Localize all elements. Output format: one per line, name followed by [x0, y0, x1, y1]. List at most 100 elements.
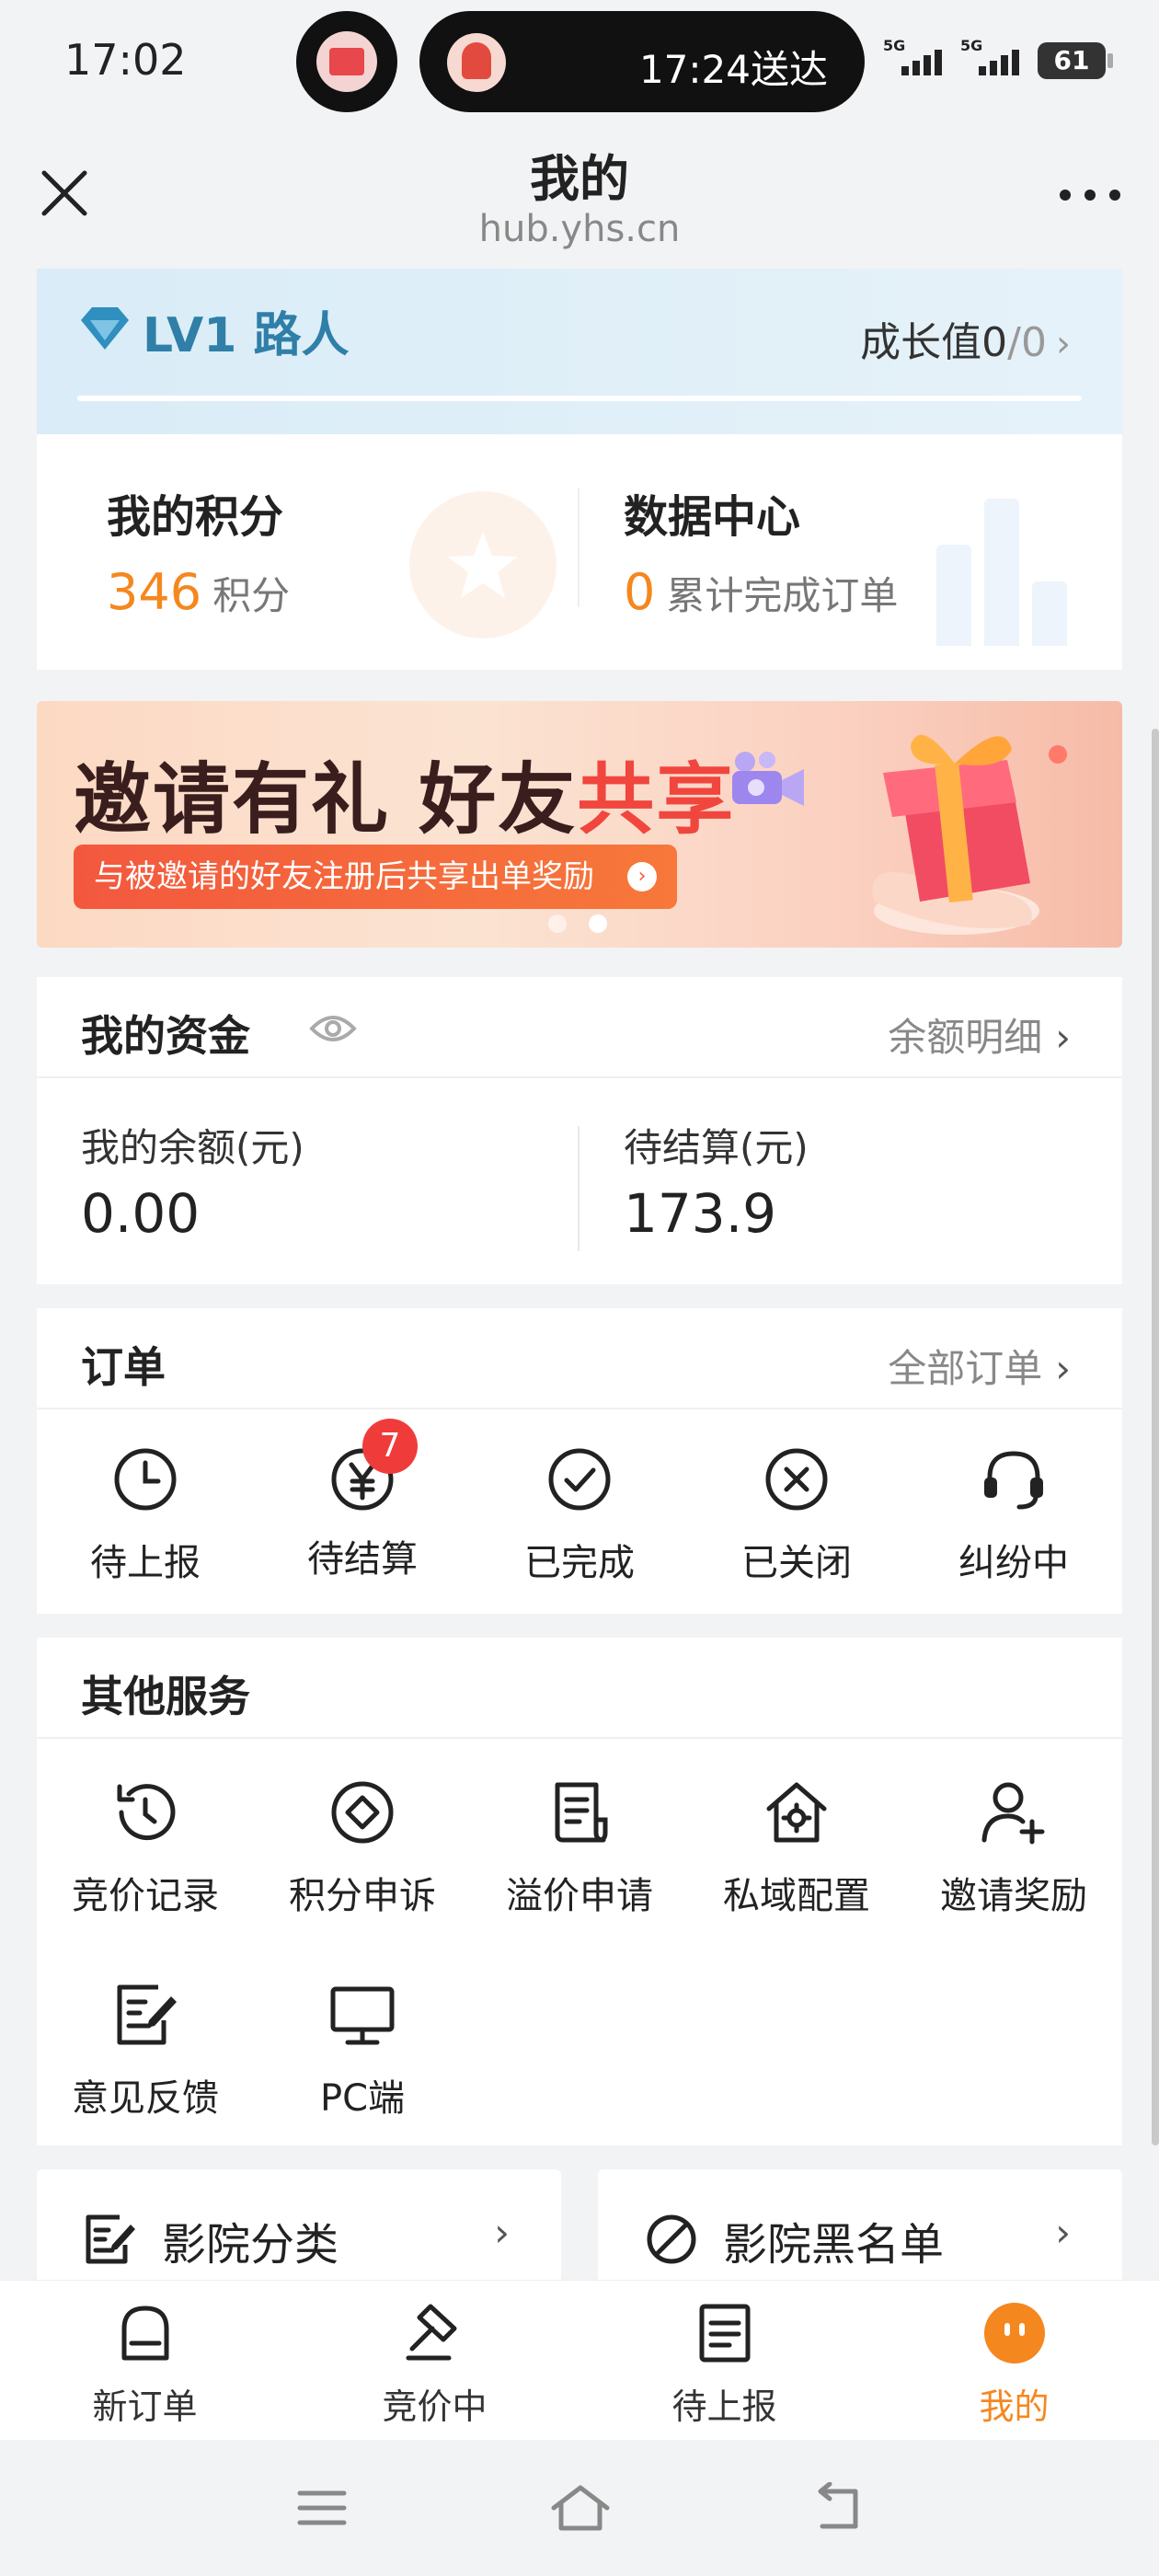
completed-orders-value: 0 [624, 563, 656, 621]
service-feedback[interactable]: 意见反馈 [37, 1978, 254, 2122]
service-points-appeal[interactable]: 积分申诉 [254, 1776, 471, 1919]
service-private-config[interactable]: 私域配置 [688, 1776, 905, 1919]
system-nav-bar [0, 2440, 1159, 2576]
pending-label: 待结算(元) [624, 1125, 809, 1170]
battery-icon: 61 [1038, 42, 1113, 79]
user-add-icon [981, 1782, 1045, 1845]
level-label: LV1 路人 [143, 308, 350, 363]
balance-value: 0.00 [81, 1182, 201, 1245]
tab-mine[interactable]: 我的 [869, 2301, 1159, 2429]
funds-card: 我的资金 余额明细 › 我的余额(元) 0.00 待结算(元) 173.9 [37, 977, 1122, 1284]
service-bid-history[interactable]: 竞价记录 [37, 1776, 254, 1919]
points-title: 我的积分 [107, 491, 284, 543]
status-indicators: 5G 5G 61 [883, 37, 1113, 79]
cinema-blacklist-label: 影院黑名单 [723, 2219, 945, 2271]
order-dispute[interactable]: 纠纷中 [905, 1443, 1122, 1586]
cinema-blacklist-card[interactable]: 影院黑名单 › [598, 2169, 1122, 2280]
shop-app-icon[interactable] [296, 11, 397, 112]
pending-settlement-badge: 7 [362, 1419, 418, 1474]
clock-icon [114, 1448, 177, 1511]
service-invite-reward[interactable]: 邀请奖励 [905, 1776, 1122, 1919]
data-center-title: 数据中心 [624, 491, 801, 543]
banner-pagination[interactable] [548, 914, 607, 933]
delivery-live-activity[interactable]: 17:24送达 [419, 11, 865, 112]
tab-pending-report[interactable]: 待上报 [580, 2301, 869, 2429]
completed-orders-label: 累计完成订单 [666, 573, 899, 618]
star-badge-icon [409, 491, 557, 638]
scroll-content[interactable]: LV1 路人 成长值0/0 › 我的积分 346 积分 数据中心 0 累计完成订单 邀… [0, 269, 1159, 2280]
balance-detail-link[interactable]: 余额明细 › [888, 1006, 1071, 1063]
banner-dot-2[interactable] [589, 914, 607, 933]
points-divider [578, 488, 580, 607]
invite-banner[interactable]: 邀请有礼 好友共享 与被邀请的好友注册后共享出单奖励 › [37, 701, 1122, 948]
banner-dot-1[interactable] [548, 914, 567, 933]
menu-icon[interactable] [294, 2482, 350, 2534]
service-label: 私域配置 [723, 1875, 870, 1917]
points-card: 我的积分 346 积分 数据中心 0 累计完成订单 [37, 434, 1122, 670]
growth-label: 成长值 [860, 319, 982, 366]
balance-label: 我的余额(元) [81, 1125, 304, 1170]
service-label: 竞价记录 [72, 1875, 219, 1917]
order-label: 已关闭 [741, 1542, 852, 1584]
tab-label: 竞价中 [382, 2386, 488, 2427]
orders-card: 订单 全部订单 › 待上报 7 待结算 已完成 已关闭 纠纷中 [37, 1308, 1122, 1614]
tab-label: 新订单 [92, 2386, 198, 2427]
scrollbar[interactable] [1152, 729, 1159, 2145]
order-pending-report[interactable]: 待上报 [37, 1443, 254, 1586]
balance[interactable]: 我的余额(元) 0.00 [81, 1117, 304, 1245]
order-pending-settlement[interactable]: 7 待结算 [254, 1419, 471, 1582]
chevron-right-icon: › [1055, 1346, 1071, 1391]
tab-bidding[interactable]: 竞价中 [290, 2301, 580, 2429]
courier-avatar-icon [447, 33, 506, 92]
home-icon[interactable] [548, 2482, 613, 2534]
more-icon[interactable] [1058, 186, 1122, 204]
check-circle-icon [548, 1448, 611, 1511]
house-gear-icon [766, 1782, 827, 1843]
document-icon [555, 1782, 608, 1843]
eye-icon[interactable] [309, 1010, 357, 1047]
x-circle-icon [765, 1448, 828, 1511]
tab-label: 我的 [979, 2386, 1050, 2427]
service-label: 邀请奖励 [940, 1875, 1087, 1917]
level-card[interactable]: LV1 路人 成长值0/0 › [37, 269, 1122, 434]
chevron-right-icon: › [1055, 1015, 1071, 1060]
my-points[interactable]: 我的积分 346 积分 [107, 480, 290, 621]
signal-1-icon: 5G [883, 37, 947, 79]
order-closed[interactable]: 已关闭 [688, 1443, 905, 1586]
edit-note-icon [117, 1984, 177, 2045]
signal-2-icon: 5G [960, 37, 1025, 79]
funds-divider [578, 1126, 580, 1251]
monitor-icon [330, 1986, 395, 2045]
pending-settlement[interactable]: 待结算(元) 173.9 [624, 1117, 809, 1245]
service-premium-request[interactable]: 溢价申请 [471, 1776, 688, 1919]
status-time: 17:02 [64, 35, 187, 85]
orders-header: 订单 全部订单 › [37, 1308, 1122, 1409]
order-completed[interactable]: 已完成 [471, 1443, 688, 1586]
service-label: PC端 [319, 2077, 406, 2120]
gavel-icon [406, 2304, 456, 2361]
growth-value: 0 [981, 319, 1008, 366]
page-title: 我的 [530, 150, 629, 208]
service-pc[interactable]: PC端 [254, 1978, 471, 2122]
back-icon[interactable] [809, 2482, 865, 2534]
services-title: 其他服务 [81, 1672, 250, 1721]
chevron-right-icon: › [1056, 323, 1071, 365]
tab-new-orders[interactable]: 新订单 [0, 2301, 290, 2429]
cinema-category-card[interactable]: 影院分类 › [37, 2169, 561, 2280]
data-center[interactable]: 数据中心 0 累计完成订单 [624, 480, 898, 621]
banner-headline: 邀请有礼 好友共享 [74, 754, 736, 845]
points-value: 346 [107, 563, 202, 621]
order-label: 纠纷中 [958, 1542, 1069, 1584]
shortcut-cards: 影院分类 › 影院黑名单 › [37, 2169, 1122, 2280]
order-label: 已完成 [524, 1542, 635, 1584]
service-label: 积分申诉 [289, 1875, 436, 1917]
growth-value-link[interactable]: 成长值0/0 › [860, 309, 1071, 368]
all-orders-link[interactable]: 全部订单 › [888, 1338, 1071, 1394]
pending-value: 173.9 [624, 1182, 777, 1245]
tab-label: 待上报 [671, 2386, 777, 2427]
order-label: 待上报 [90, 1542, 201, 1584]
points-unit: 积分 [212, 573, 291, 618]
orders-title: 订单 [81, 1342, 166, 1392]
edit-list-icon [86, 2214, 135, 2264]
funds-title: 我的资金 [81, 1011, 250, 1061]
